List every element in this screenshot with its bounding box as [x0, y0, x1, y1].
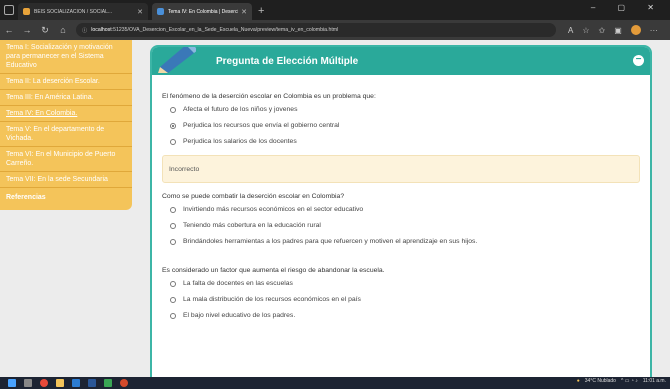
windows-taskbar: ● 34°C Nublado ^ ▭ ◔ ♪ 11:01 a.m.: [0, 377, 670, 389]
system-tray: ● 34°C Nublado ^ ▭ ◔ ♪ 11:01 a.m.: [577, 378, 666, 384]
radio-button[interactable]: [170, 238, 176, 245]
favorites-icon[interactable]: ✩: [599, 26, 606, 35]
radio-button[interactable]: [170, 312, 176, 319]
q2-option-1[interactable]: Invirtiendo más recursos económicos en e…: [170, 206, 640, 213]
sidebar-item-tema-4[interactable]: Tema IV: En Colombia.: [0, 106, 132, 122]
close-tab-icon[interactable]: ✕: [137, 8, 143, 16]
favorite-icon[interactable]: ☆: [582, 26, 589, 35]
reload-icon[interactable]: ↻: [36, 25, 54, 36]
url-path: :51235/OVA_Desercion_Escolar_en_la_Sede_…: [111, 27, 339, 33]
tab-favicon-icon: [23, 8, 30, 15]
weather-text[interactable]: 34°C Nublado: [585, 378, 616, 384]
option-label: La mala distribución de los recursos eco…: [183, 296, 361, 303]
quiz-header: Pregunta de Elección Múltiple −: [152, 47, 650, 75]
radio-button-checked[interactable]: [170, 122, 176, 129]
pencil-icon: [158, 47, 196, 73]
file-explorer-icon[interactable]: [56, 379, 64, 387]
sidebar-item-tema-1[interactable]: Tema I: Socialización y motivación para …: [0, 40, 132, 74]
back-icon[interactable]: ←: [0, 25, 18, 35]
quiz-panel: Pregunta de Elección Múltiple − El fenóm…: [150, 45, 652, 377]
browser-tab-1[interactable]: BEIS SOCIALIZACION / SOCIAL... ✕: [18, 3, 148, 20]
q1-option-2[interactable]: Perjudica los recursos que envía el gobi…: [170, 122, 640, 129]
close-tab-icon[interactable]: ✕: [241, 8, 247, 16]
quiz-title: Pregunta de Elección Múltiple: [216, 55, 359, 67]
q1-option-3[interactable]: Perjudica los salarios de los docentes: [170, 138, 640, 145]
address-bar[interactable]: ⓘ localhost :51235/OVA_Desercion_Escolar…: [76, 23, 556, 37]
question-3: Es considerado un factor que aumenta el …: [162, 267, 385, 274]
radio-button[interactable]: [170, 280, 176, 287]
browser-toolbar: ← → ↻ ⌂ ⓘ localhost :51235/OVA_Desercion…: [0, 20, 670, 40]
tab-title: Tema IV: En Colombia | Desercio...: [168, 8, 239, 15]
read-aloud-icon[interactable]: A: [568, 26, 573, 35]
weather-icon: ●: [576, 378, 580, 384]
q1-option-1[interactable]: Afecta el futuro de los niños y jovenes: [170, 106, 640, 113]
radio-button[interactable]: [170, 206, 176, 213]
url-host: localhost: [91, 27, 112, 33]
q2-option-3[interactable]: Brindándoles herramientas a los padres p…: [170, 238, 640, 245]
clock[interactable]: 11:01 a.m.: [643, 378, 666, 384]
q3-option-1[interactable]: La falta de docentes en las escuelas: [170, 280, 640, 287]
tab-favicon-icon: [157, 8, 164, 15]
word-icon[interactable]: [88, 379, 96, 387]
tab-title: BEIS SOCIALIZACION / SOCIAL...: [34, 8, 113, 15]
option-label: Afecta el futuro de los niños y jovenes: [183, 106, 298, 113]
window-menu-icon[interactable]: [4, 5, 14, 15]
collections-icon[interactable]: ▣: [614, 26, 622, 35]
sidebar-menu: Tema I: Socialización y motivación para …: [0, 40, 132, 210]
app-icon[interactable]: [120, 379, 128, 387]
q3-option-3[interactable]: El bajo nivel educativo de los padres.: [170, 312, 640, 319]
radio-button[interactable]: [170, 106, 176, 113]
question-1: El fenómeno de la deserción escolar en C…: [162, 93, 376, 100]
question-2: Como se puede combatir la deserción esco…: [162, 193, 345, 200]
sidebar-item-tema-2[interactable]: Tema II: La deserción Escolar.: [0, 74, 132, 90]
page-content: Tema I: Socialización y motivación para …: [0, 40, 670, 377]
home-icon[interactable]: ⌂: [54, 25, 72, 35]
option-label: Invirtiendo más recursos económicos en e…: [183, 206, 364, 213]
option-label: Teniendo más cobertura en la educación r…: [183, 222, 321, 229]
sidebar-item-referencias[interactable]: Referencias: [0, 188, 132, 210]
edge-icon[interactable]: [72, 379, 80, 387]
window-controls[interactable]: – ▢ ✕: [591, 3, 664, 12]
profile-avatar[interactable]: [630, 25, 641, 35]
option-label: La falta de docentes en las escuelas: [183, 280, 293, 287]
info-icon: ⓘ: [82, 27, 88, 34]
sidebar-item-tema-6[interactable]: Tema VI: En el Municipio de Puerto Carre…: [0, 147, 132, 172]
q2-option-2[interactable]: Teniendo más cobertura en la educación r…: [170, 222, 640, 229]
sidebar-item-tema-7[interactable]: Tema VII: En la sede Secundaria: [0, 172, 132, 188]
radio-button[interactable]: [170, 296, 176, 303]
new-tab-icon[interactable]: +: [258, 3, 264, 20]
start-icon[interactable]: [8, 379, 16, 387]
option-label: Perjudica los salarios de los docentes: [183, 138, 297, 145]
feedback-box: Incorrecto: [162, 155, 640, 183]
browser-tab-2[interactable]: Tema IV: En Colombia | Desercio... ✕: [152, 3, 252, 20]
forward-icon[interactable]: →: [18, 25, 36, 35]
more-icon[interactable]: ···: [650, 26, 658, 35]
sidebar-item-tema-3[interactable]: Tema III: En América Latina.: [0, 90, 132, 106]
q3-option-2[interactable]: La mala distribución de los recursos eco…: [170, 296, 640, 303]
collapse-icon[interactable]: −: [633, 55, 644, 66]
radio-button[interactable]: [170, 138, 176, 145]
option-label: Perjudica los recursos que envía el gobi…: [183, 122, 340, 129]
chrome-icon[interactable]: [40, 379, 48, 387]
browser-tab-strip: BEIS SOCIALIZACION / SOCIAL... ✕ Tema IV…: [0, 0, 670, 20]
app-icon[interactable]: [104, 379, 112, 387]
option-label: Brindándoles herramientas a los padres p…: [183, 238, 478, 245]
sidebar-item-tema-5[interactable]: Tema V: En el departamento de Vichada.: [0, 122, 132, 147]
radio-button[interactable]: [170, 222, 176, 229]
option-label: El bajo nivel educativo de los padres.: [183, 312, 296, 319]
tray-icons[interactable]: ^ ▭ ◔ ♪: [621, 378, 638, 384]
search-icon[interactable]: [24, 379, 32, 387]
